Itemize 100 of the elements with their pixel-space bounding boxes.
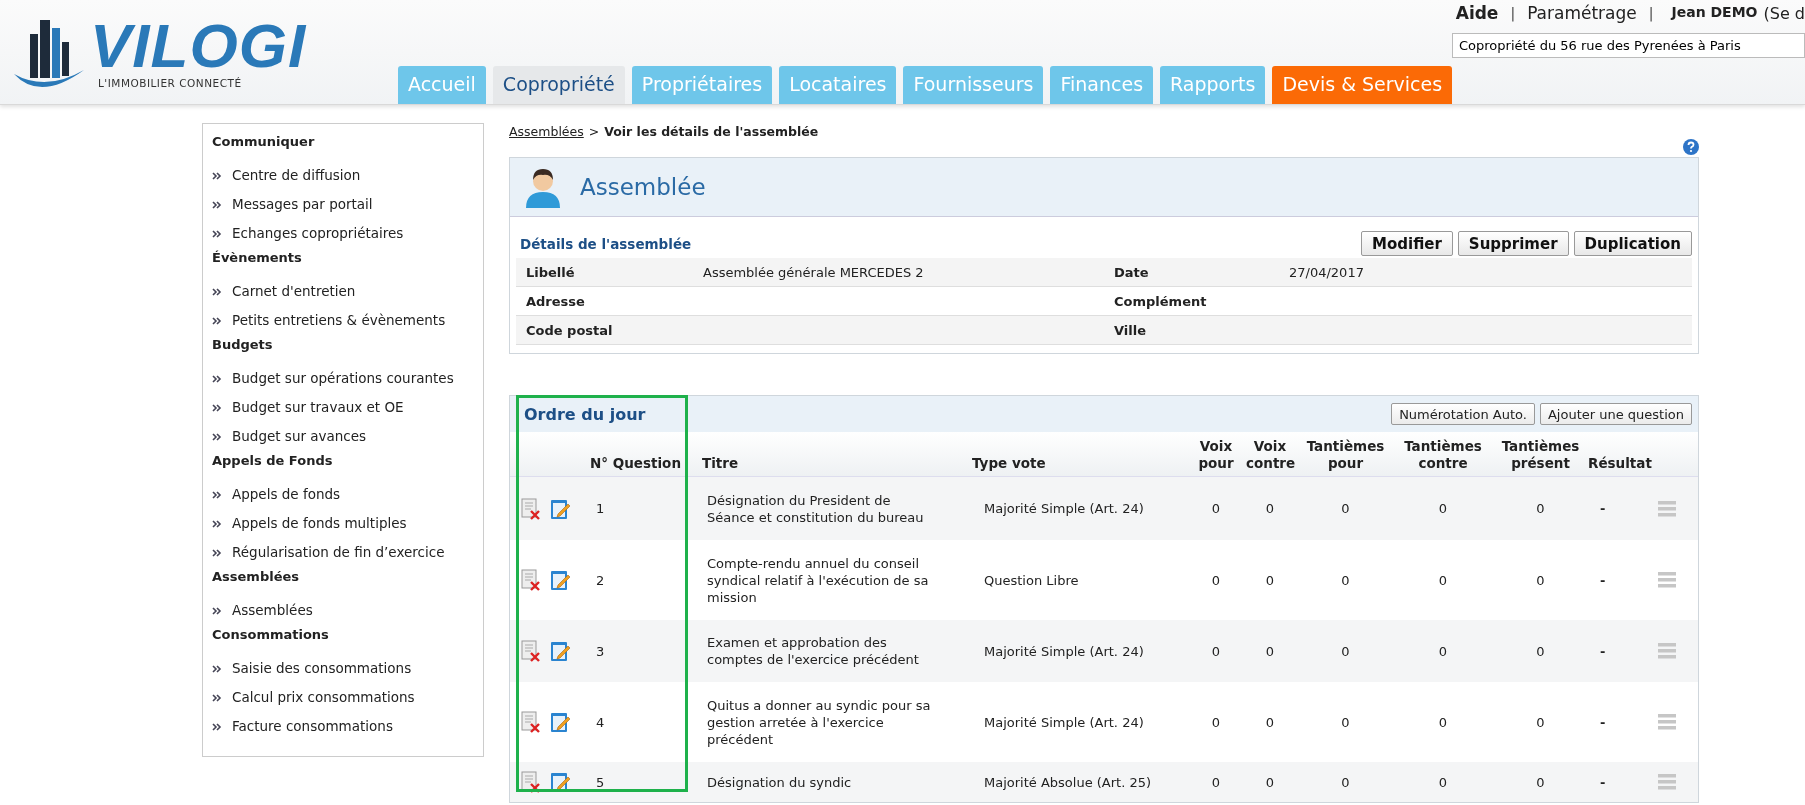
sidebar-link[interactable]: Echanges copropriétaires xyxy=(212,219,473,248)
action-button[interactable]: Duplication xyxy=(1573,231,1692,256)
field-label: Libellé xyxy=(526,264,576,280)
field-label: Complément xyxy=(1114,293,1208,309)
top-link[interactable]: Aide xyxy=(1455,3,1499,23)
sidebar-link[interactable]: Assemblées xyxy=(212,596,473,625)
chevron-icon xyxy=(212,664,222,673)
chevron-icon xyxy=(212,548,222,557)
section-title: Détails de l'assemblée xyxy=(520,235,692,252)
table-cell-text: - xyxy=(1599,773,1607,791)
user-name: Jean DEMO xyxy=(1671,3,1758,22)
field-label: Date xyxy=(1114,264,1150,280)
agenda-button[interactable]: Ajouter une question xyxy=(1539,403,1692,425)
table-cell-text: 0 xyxy=(1340,713,1351,731)
column-header: Type vote xyxy=(972,455,1047,472)
breadcrumb-link[interactable]: Assemblées xyxy=(509,123,584,139)
logo-tagline: L'IMMOBILIER CONNECTÉ xyxy=(98,77,242,89)
table-cell-text: 0 xyxy=(1264,500,1276,517)
table-cell-text: Compte-rendu annuel du conseil syndical relatif à l'exécution de sa mission xyxy=(706,554,930,606)
sidebar-link[interactable]: Calcul prix consommations xyxy=(212,683,473,712)
table-cell-text: - xyxy=(1599,642,1607,660)
table-cell-text: Majorité Simple (Art. 24) xyxy=(983,642,1145,660)
sidebar-link[interactable]: Saisie des consommations xyxy=(212,654,473,683)
table-cell-text: Majorité Simple (Art. 24) xyxy=(983,713,1145,731)
sidebar-heading: Consommations xyxy=(212,626,330,644)
table-cell-text: 0 xyxy=(1437,642,1449,660)
sidebar-link[interactable]: Budget sur travaux et OE xyxy=(212,393,473,422)
help-icon[interactable] xyxy=(1683,139,1699,155)
drag-handle-icon[interactable] xyxy=(1658,572,1676,588)
agenda-button[interactable]: Numérotation Auto. xyxy=(1391,403,1535,425)
column-header: Titre xyxy=(702,455,740,472)
table-cell-text: 0 xyxy=(1340,500,1351,517)
sidebar-heading: Assemblées xyxy=(212,568,301,586)
table-cell-text: 0 xyxy=(1437,773,1449,791)
separator-text: | xyxy=(1510,5,1516,21)
sidebar-link[interactable]: Appels de fonds multiples xyxy=(212,509,473,538)
table-cell-text: 5 xyxy=(595,773,606,791)
sidebar-link[interactable]: Petits entretiens & évènements xyxy=(212,306,473,335)
property-selector[interactable]: Copropriété du 56 rue des Pyrenées à Paris xyxy=(1452,32,1805,58)
drag-handle-icon[interactable] xyxy=(1658,643,1676,659)
column-header: Tantièmes présent xyxy=(1500,438,1581,472)
chevron-icon xyxy=(212,403,222,412)
table-cell-text: 0 xyxy=(1437,571,1449,589)
drag-handle-icon[interactable] xyxy=(1658,500,1676,517)
field-value: Assemblée générale MERCEDES 2 xyxy=(703,264,925,280)
table-cell-text: 0 xyxy=(1210,713,1222,731)
table-cell-text: 0 xyxy=(1264,773,1276,791)
chevron-icon xyxy=(212,374,222,383)
sidebar-link[interactable]: Facture consommations xyxy=(212,712,473,741)
sidebar-link[interactable]: Centre de diffusion xyxy=(212,161,473,190)
edit-notepad-icon[interactable] xyxy=(550,569,572,591)
table-cell-text: - xyxy=(1599,571,1607,589)
chevron-icon xyxy=(212,229,222,238)
table-cell-text: 0 xyxy=(1437,500,1449,517)
table-cell-text: 0 xyxy=(1264,571,1276,589)
action-button[interactable]: Supprimer xyxy=(1457,231,1569,256)
agenda-title: Ordre du jour xyxy=(524,404,646,424)
table-cell-text: 0 xyxy=(1340,642,1351,660)
chevron-icon xyxy=(212,171,222,180)
sidebar-link[interactable]: Régularisation de fin d’exercice xyxy=(212,538,473,567)
sidebar-link[interactable]: Budget sur opérations courantes xyxy=(212,364,473,393)
person-icon xyxy=(524,166,562,208)
sidebar-link[interactable]: Carnet d'entretien xyxy=(212,277,473,306)
breadcrumb-current: Voir les détails de l'assemblée xyxy=(604,123,819,139)
table-cell-text: 0 xyxy=(1437,713,1449,731)
sidebar-heading: Communiquer xyxy=(212,133,316,151)
sidebar-heading: Budgets xyxy=(212,336,274,354)
edit-notepad-icon[interactable] xyxy=(550,640,572,662)
drag-handle-icon[interactable] xyxy=(1658,714,1676,730)
column-header: Résultat xyxy=(1588,455,1653,472)
field-label: Code postal xyxy=(526,322,614,338)
top-link[interactable]: Paramétrage xyxy=(1527,3,1637,23)
delete-document-icon[interactable] xyxy=(520,711,542,733)
table-cell-text: 0 xyxy=(1535,773,1546,791)
chevron-icon xyxy=(212,606,222,615)
logo-name: VILOGI xyxy=(90,15,307,77)
edit-notepad-icon[interactable] xyxy=(550,711,572,733)
table-cell-text: 1 xyxy=(595,500,606,517)
action-button[interactable]: Modifier xyxy=(1361,231,1453,256)
chevron-icon xyxy=(212,432,222,441)
edit-notepad-icon[interactable] xyxy=(550,497,572,520)
table-cell-text: 4 xyxy=(595,713,606,731)
drag-handle-icon[interactable] xyxy=(1658,774,1676,790)
table-cell-text: 0 xyxy=(1535,713,1546,731)
nav-tab[interactable]: Copropriété xyxy=(492,66,625,104)
sidebar-link[interactable]: Appels de fonds xyxy=(212,480,473,509)
table-cell-text: 0 xyxy=(1535,642,1546,660)
column-header: Voix contre xyxy=(1245,438,1297,472)
sidebar-link[interactable]: Messages par portail xyxy=(212,190,473,219)
table-cell-text: 0 xyxy=(1340,773,1351,791)
sidebar-link[interactable]: Budget sur avances xyxy=(212,422,473,451)
delete-document-icon[interactable] xyxy=(520,497,542,520)
separator-text: | xyxy=(1648,5,1654,21)
delete-document-icon[interactable] xyxy=(520,640,542,662)
table-cell-text: Examen et approbation des comptes de l'exercice précédent xyxy=(706,634,920,668)
table-cell-text: 0 xyxy=(1340,571,1351,589)
sidebar-heading: Appels de Fonds xyxy=(212,452,334,470)
sidebar-heading: Évènements xyxy=(212,249,303,267)
logout-link[interactable]: (Se d xyxy=(1763,3,1805,23)
delete-document-icon[interactable] xyxy=(520,569,542,591)
